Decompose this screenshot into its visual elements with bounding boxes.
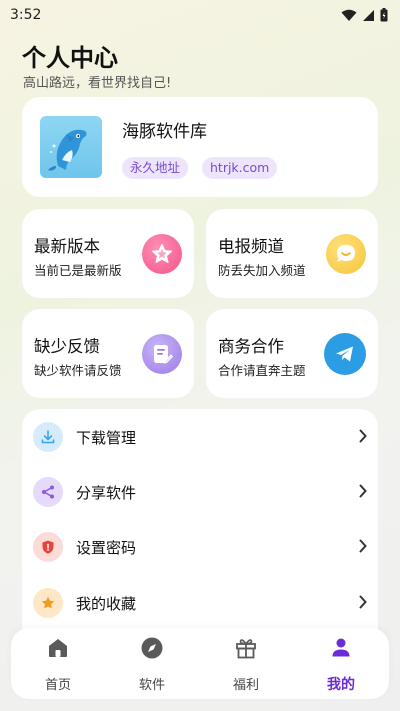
business-cooperation-card[interactable]: 商务合作 合作请直奔主题	[206, 309, 378, 398]
avatar	[40, 116, 102, 178]
menu-item-my-favorites[interactable]: 我的收藏	[22, 577, 378, 629]
menu-item-set-password[interactable]: 设置密码	[22, 521, 378, 573]
wifi-icon	[341, 9, 357, 21]
tab-software[interactable]: 软件	[122, 636, 182, 694]
menu-list: 下载管理 分享软件 设置密码 我的收藏	[22, 409, 378, 629]
signal-icon	[363, 9, 374, 21]
star-icon	[142, 234, 182, 274]
profile-name: 海豚软件库	[122, 122, 207, 142]
tab-mine[interactable]: 我的	[311, 636, 371, 694]
status-time: 3:52	[10, 7, 42, 23]
chevron-right-icon	[359, 595, 367, 609]
telegram-channel-card[interactable]: 电报频道 防丢失加入频道	[206, 209, 378, 298]
user-icon	[332, 638, 350, 657]
feedback-icon	[142, 334, 182, 374]
dolphin-logo-icon	[48, 129, 87, 171]
page-subtitle: 高山路远，看世界找自己!	[23, 76, 172, 91]
chevron-right-icon	[359, 484, 367, 498]
compass-icon	[141, 637, 163, 659]
share-icon	[33, 477, 63, 507]
battery-icon	[380, 8, 388, 22]
tab-label: 福利	[232, 678, 259, 693]
menu-item-share-software[interactable]: 分享软件	[22, 466, 378, 518]
shield-icon	[33, 532, 63, 562]
chat-smile-icon	[326, 234, 366, 274]
profile-card[interactable]: 海豚软件库 永久地址 htrjk.com	[22, 97, 378, 197]
tab-label: 首页	[44, 678, 71, 693]
menu-item-label: 我的收藏	[76, 595, 137, 613]
tab-label: 我的	[327, 677, 355, 693]
home-icon	[49, 639, 67, 657]
card-title: 缺少反馈	[34, 337, 100, 356]
card-title: 商务合作	[218, 337, 284, 356]
latest-version-card[interactable]: 最新版本 当前已是最新版	[22, 209, 194, 298]
status-bar: 3:52	[0, 0, 400, 30]
menu-item-label: 下载管理	[76, 429, 137, 447]
star-icon	[33, 588, 63, 618]
gift-icon	[236, 639, 256, 659]
tag-permanent-address: 永久地址	[122, 157, 189, 179]
card-subtitle: 缺少软件请反馈	[34, 363, 122, 378]
bottom-navigation: 首页 软件 福利 我的	[11, 628, 389, 699]
card-title: 最新版本	[34, 237, 100, 256]
download-icon	[33, 422, 63, 452]
tab-welfare[interactable]: 福利	[216, 636, 276, 694]
card-subtitle: 合作请直奔主题	[218, 363, 306, 378]
tag-domain: htrjk.com	[202, 157, 278, 179]
chevron-right-icon	[359, 429, 367, 443]
card-subtitle: 防丢失加入频道	[218, 263, 306, 278]
tab-label: 软件	[138, 678, 165, 693]
menu-item-download-manager[interactable]: 下载管理	[22, 411, 378, 463]
page-title: 个人中心	[22, 44, 118, 72]
tab-home[interactable]: 首页	[28, 636, 88, 694]
chevron-right-icon	[359, 539, 367, 553]
card-subtitle: 当前已是最新版	[34, 263, 122, 278]
card-title: 电报频道	[218, 237, 284, 256]
menu-item-label: 分享软件	[76, 484, 137, 502]
telegram-icon	[324, 333, 366, 375]
status-icons	[341, 8, 388, 22]
feedback-card[interactable]: 缺少反馈 缺少软件请反馈	[22, 309, 194, 398]
menu-item-label: 设置密码	[76, 539, 137, 557]
